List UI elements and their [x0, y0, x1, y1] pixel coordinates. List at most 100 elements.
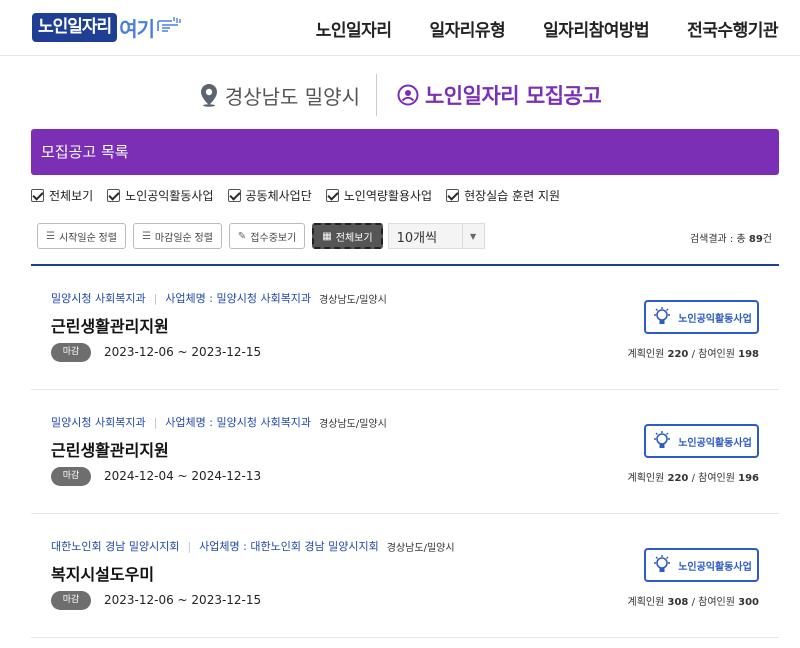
item-period: 2024-12-04 ~ 2024-12-13 [104, 469, 262, 483]
button-label: 접수중보기 [250, 232, 297, 244]
filter-label: 현장실습 훈련 지원 [464, 188, 561, 203]
page-title-text: 노인일자리 모집공고 [424, 84, 602, 108]
filter-capacity[interactable]: 노인역량활용사업 [325, 187, 433, 204]
join-count: 198 [738, 349, 759, 360]
meta-separator: | [153, 291, 158, 305]
region-label: 경상남도 밀양시 [224, 84, 360, 109]
category-label: 노인공익활동사업 [678, 313, 752, 325]
item-headcount: 계획인원 308 / 참여인원 300 [628, 593, 759, 608]
nav-job-types[interactable]: 일자리유형 [429, 16, 505, 41]
category-badge: 노인공익활동사업 [644, 548, 759, 582]
item-business: 사업체명 : 밀양시청 사회복지과 [165, 416, 312, 429]
filter-all[interactable]: 전체보기 [31, 187, 93, 204]
site-header: 노인일자리 여기 노인일자리 일자리유형 일자리참여방법 전국수행기관 [0, 0, 800, 56]
join-label: / 참여인원 [691, 473, 735, 484]
filter-label: 전체보기 [49, 188, 94, 203]
lightbulb-icon [654, 307, 671, 324]
item-business: 사업체명 : 대한노인회 경남 밀양시지회 [199, 540, 379, 553]
list-icon: ☰ [141, 230, 151, 242]
checkbox-checked[interactable] [446, 188, 460, 202]
result-count: 89 [748, 234, 763, 245]
status-badge: 마감 [51, 591, 91, 610]
page-title-row: 경상남도 밀양시 노인일자리 모집공고 [0, 74, 800, 116]
filter-community[interactable]: 공동체사업단 [227, 187, 312, 204]
checkbox-checked[interactable] [107, 188, 121, 202]
item-meta: 대한노인회 경남 밀양시지회 | 사업체명 : 대한노인회 경남 밀양시지회 경상남도… [51, 538, 455, 554]
category-label: 노인공익활동사업 [678, 437, 752, 449]
item-headcount: 계획인원 220 / 참여인원 198 [628, 345, 759, 360]
item-business: 사업체명 : 밀양시청 사회복지과 [165, 292, 312, 305]
location-pin-icon [200, 84, 217, 107]
join-count: 196 [738, 473, 759, 484]
logo-main-text: 노인일자리 [32, 12, 118, 42]
logo-tail-text: 여기 [119, 16, 155, 41]
nav-how-to-join[interactable]: 일자리참여방법 [543, 16, 649, 41]
plan-label: 계획인원 [627, 597, 665, 608]
filter-label: 노인공익활동사업 [125, 188, 214, 203]
checkbox-checked[interactable] [227, 188, 241, 202]
filter-label: 공동체사업단 [245, 188, 312, 203]
item-org: 대한노인회 경남 밀양시지회 [51, 540, 180, 553]
sort-start-button[interactable]: ☰ 시작일순 정렬 [37, 223, 126, 249]
plan-label: 계획인원 [627, 473, 665, 484]
site-logo[interactable]: 노인일자리 여기 [32, 10, 182, 44]
list-header-bar: 모집공고 목록 [31, 129, 779, 175]
main-nav: 노인일자리 일자리유형 일자리참여방법 전국수행기관 [278, 0, 779, 56]
open-only-button[interactable]: ✎ 접수중보기 [228, 223, 306, 249]
job-list-item[interactable]: 밀양시청 사회복지과 | 사업체명 : 밀양시청 사회복지과 경상남도/밀양시 근린생… [31, 390, 779, 514]
page-size-select[interactable]: 10개씩 ▼ [387, 223, 485, 249]
plan-label: 계획인원 [627, 349, 665, 360]
pointing-hand-icon [156, 15, 182, 39]
join-count: 300 [738, 597, 759, 608]
list-toolbar: ☰ 시작일순 정렬 ☰ 마감일순 정렬 ✎ 접수중보기 ▦ 전체보기 10개씩 ▼ [37, 223, 485, 249]
nav-senior-jobs[interactable]: 노인일자리 [316, 16, 392, 41]
item-title[interactable]: 근린생활관리지원 [51, 437, 169, 461]
nav-agencies[interactable]: 전국수행기관 [687, 16, 778, 41]
meta-separator: | [153, 415, 158, 429]
meta-separator: | [187, 539, 192, 553]
category-filters: 전체보기 노인공익활동사업 공동체사업단 노인역량활용사업 현장실습 훈련 지원 [31, 185, 574, 205]
join-label: / 참여인원 [691, 349, 735, 360]
plan-count: 220 [667, 473, 689, 484]
plan-count: 220 [667, 349, 689, 360]
item-location: 경상남도/밀양시 [319, 418, 387, 430]
button-label: 시작일순 정렬 [58, 232, 117, 244]
person-circle-icon [397, 84, 419, 106]
filter-field-training[interactable]: 현장실습 훈련 지원 [446, 187, 560, 204]
item-location: 경상남도/밀양시 [386, 542, 455, 554]
view-all-button[interactable]: ▦ 전체보기 [312, 223, 383, 249]
result-suffix: 건 [762, 234, 772, 245]
item-headcount: 계획인원 220 / 참여인원 196 [628, 469, 759, 484]
result-prefix: 검색결과 : 총 [689, 234, 746, 245]
grid-icon: ▦ [322, 230, 332, 242]
filter-label: 노인역량활용사업 [343, 188, 433, 203]
button-label: 마감일순 정렬 [154, 232, 213, 244]
item-title[interactable]: 근린생활관리지원 [51, 313, 169, 337]
category-badge: 노인공익활동사업 [644, 300, 759, 334]
item-title[interactable]: 복지시설도우미 [51, 561, 154, 585]
pencil-icon: ✎ [237, 230, 247, 242]
lightbulb-icon [654, 555, 671, 572]
page-title: 노인일자리 모집공고 [377, 80, 602, 110]
sort-end-button[interactable]: ☰ 마감일순 정렬 [132, 223, 222, 249]
plan-count: 308 [667, 597, 689, 608]
lightbulb-icon [654, 431, 671, 448]
search-result-count: 검색결과 : 총 89건 [690, 230, 772, 245]
list-icon: ☰ [46, 230, 55, 242]
page-size-value: 10개씩 [396, 230, 438, 246]
item-meta: 밀양시청 사회복지과 | 사업체명 : 밀양시청 사회복지과 경상남도/밀양시 [51, 290, 387, 306]
status-badge: 마감 [51, 343, 91, 362]
checkbox-checked[interactable] [325, 188, 339, 202]
checkbox-checked[interactable] [31, 188, 44, 202]
job-list-item[interactable]: 밀양시청 사회복지과 | 사업체명 : 밀양시청 사회복지과 경상남도/밀양시 근린생… [31, 266, 779, 390]
button-label: 전체보기 [335, 232, 373, 244]
category-badge: 노인공익활동사업 [644, 424, 759, 458]
item-org: 밀양시청 사회복지과 [51, 292, 146, 305]
item-org: 밀양시청 사회복지과 [51, 416, 146, 429]
region-selector[interactable]: 경상남도 밀양시 [199, 74, 377, 116]
job-list-item[interactable]: 대한노인회 경남 밀양시지회 | 사업체명 : 대한노인회 경남 밀양시지회 경상남도… [31, 514, 779, 638]
chevron-down-icon: ▼ [461, 224, 484, 248]
item-period: 2023-12-06 ~ 2023-12-15 [104, 345, 262, 359]
item-period: 2023-12-06 ~ 2023-12-15 [104, 593, 262, 607]
filter-public-service[interactable]: 노인공익활동사업 [107, 187, 214, 204]
